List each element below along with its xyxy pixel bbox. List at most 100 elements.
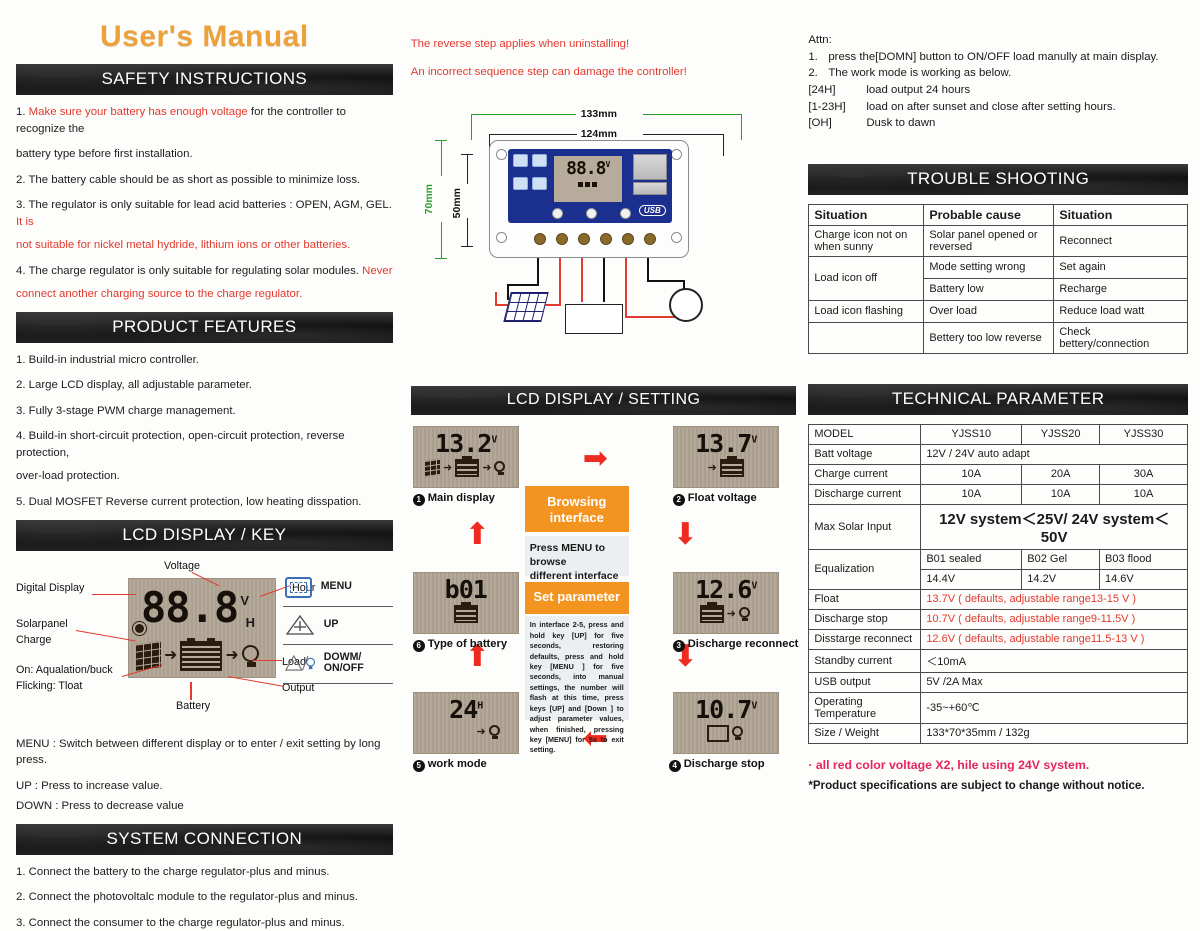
tech-eq-name-1: B02 Gel — [1021, 548, 1100, 570]
mini-panel-icon — [578, 182, 584, 188]
feature-1: 1. Build-in industrial micro controller. — [16, 353, 199, 366]
system-connection-2: 2. Connect the photovoltalc module to th… — [16, 891, 358, 904]
trouble-r4-c2: Check bettery/connection — [1053, 321, 1188, 354]
table-row: Standby current ＜10mA — [808, 648, 1188, 673]
terminal-6 — [643, 233, 656, 246]
tech-r10-label: Operating Temperature — [808, 691, 922, 724]
attn-block: Attn: 1. press the[DOMN] button to ON/OF… — [808, 32, 1188, 132]
set-parameter-text: In interface 2-5, press and hold key [UP… — [524, 616, 629, 754]
label-charge: Charge — [16, 633, 52, 646]
table-row: Size / Weight 133*70*35mm / 132g — [808, 722, 1188, 744]
lcd-shot-5-value: 24H — [449, 695, 483, 725]
safety-item-4-black: The charge regulator is only suitable fo… — [28, 264, 363, 277]
lcd-shot-6-value: b01 — [444, 575, 488, 605]
key-legend-down: DOWN : Press to decrease value — [16, 800, 184, 813]
tech-r3-value: 12V system＜25V/ 24V system＜50V — [920, 503, 1188, 550]
system-connection-3: 3. Connect the consumer to the charge re… — [16, 916, 345, 929]
attn-mode-24h-key: [24H] — [808, 83, 836, 96]
system-connection-1: 1. Connect the battery to the charge reg… — [16, 865, 330, 878]
trouble-col-0: Situation — [808, 203, 925, 226]
lcd-screen-illustration: 88.8 V H ➜ ➜ — [128, 577, 276, 678]
safety-item-3: 3. The regulator is only suitable for le… — [16, 197, 393, 230]
lcd-shot-6-icons — [414, 602, 518, 624]
bullet-1: 1 — [412, 494, 425, 507]
lcd-volt-unit: V — [240, 592, 249, 608]
empty-battery-icon — [706, 725, 729, 743]
warning-line-1: The reverse step applies when uninstalli… — [410, 38, 630, 50]
panel-icon-display — [512, 154, 528, 168]
table-row: Load icon flashing Over load Reduce load… — [808, 299, 1188, 323]
tech-model-0: YJSS10 — [920, 423, 1023, 445]
trouble-r1-c2: Set again — [1053, 255, 1188, 279]
table-row: Charge current 10A 20A 30A — [808, 463, 1188, 485]
tech-r5-label: Float — [808, 588, 922, 610]
attn-mode-0h-key: [OH] — [808, 117, 832, 130]
trouble-col-2: Situation — [1053, 203, 1188, 226]
lcd-key-diagram: 88.8 V H ➜ ➜ Digital Display Voltage Hou… — [16, 560, 393, 732]
trouble-r4-c1: Bettery too low reverse — [923, 321, 1055, 354]
wire-solar-pos-v — [494, 292, 497, 307]
table-row: Discharge current 10A 10A 10A — [808, 483, 1188, 505]
table-row: Load icon off Mode setting wrong Set aga… — [808, 255, 1188, 301]
trouble-r3-c0: Load icon flashing — [808, 299, 925, 323]
dim-height-outer: 70mm — [422, 184, 435, 215]
lcd-shot-2-value: 13.7V — [695, 429, 757, 459]
wire-load-neg-h — [646, 280, 683, 283]
wire-batt-neg — [602, 258, 605, 303]
device-button-menu[interactable] — [551, 208, 563, 220]
middle-column: The reverse step applies when uninstalli… — [403, 8, 803, 820]
table-row: Batt voltage 12V / 24V auto adapt — [808, 443, 1188, 465]
battery-symbol — [564, 304, 623, 335]
trouble-r2-c1: Battery low — [923, 277, 1055, 301]
safety-item-3-num: 3. — [16, 199, 29, 212]
table-row: Float 13.7V ( defaults, adjustable range… — [808, 588, 1188, 610]
tech-r1-c1: 20A — [1021, 463, 1100, 485]
device-button-up[interactable] — [585, 208, 597, 220]
table-row: Bettery too low reverse Check bettery/co… — [808, 321, 1188, 354]
menu-screen-icon — [284, 576, 312, 598]
attn-item-2: 2. The work mode is working as below. — [808, 65, 1188, 82]
lcd-shot-3-value: 12.6V — [695, 575, 757, 605]
wire-solar-neg-h — [506, 284, 539, 287]
tech-r3-label: Max Solar Input — [808, 503, 922, 550]
terminal-5 — [621, 233, 634, 246]
dim-height-inner: 50mm — [450, 188, 463, 219]
attn-item-2-text: The work mode is working as below. — [828, 67, 1012, 80]
tech-r2-c0: 10A — [920, 483, 1023, 505]
trouble-r0-c1: Solar panel opened or reversed — [923, 224, 1055, 257]
key-row-down[interactable]: DOWM/ ON/OFF — [282, 645, 393, 684]
feature-2: 2. Large LCD display, all adjustable par… — [16, 379, 252, 392]
key-label-up: UP — [323, 617, 339, 630]
device-button-down[interactable] — [619, 208, 631, 220]
tech-r10-value: -35~+60℃ — [920, 691, 1188, 724]
safety-item-3-red: It is — [16, 215, 34, 228]
attn-mode-1-23h: [1-23H] load on after sunset and close a… — [808, 99, 1188, 116]
usb-port-2 — [632, 182, 667, 196]
lcd-shot-float-voltage: 13.7V ➜ — [672, 426, 779, 489]
trouble-shooting-header: TROUBLE SHOOTING — [808, 163, 1188, 195]
manual-page: User's Manual SAFETY INSTRUCTIONS 1. Mak… — [0, 0, 1200, 929]
attn-item-1-text: press the[DOMN] button to ON/OFF load ma… — [828, 50, 1159, 63]
key-row-menu[interactable]: MENU — [282, 570, 393, 607]
feature-3: 3. Fully 3-stage PWM charge management. — [16, 404, 236, 417]
attn-item-1-num: 1. — [808, 50, 818, 63]
safety-item-4: 4. The charge regulator is only suitable… — [16, 263, 393, 280]
safety-item-4-red: Never — [362, 264, 393, 277]
label-flicking: Flicking: Tloat — [16, 679, 83, 692]
label-voltage: Voltage — [164, 559, 201, 572]
tech-eq-name-0: B01 sealed — [920, 548, 1023, 570]
bullet-2: 2 — [672, 494, 685, 507]
safety-item-2: 2. The battery cable should be as short … — [16, 173, 361, 186]
key-row-up[interactable]: UP — [282, 607, 393, 645]
table-row: Operating Temperature -35~+60℃ — [808, 691, 1188, 724]
table-row: Disstarge reconnect 12.6V ( defaults, ad… — [808, 628, 1188, 650]
mount-hole-bl — [495, 232, 507, 244]
device-lcd: 88.8V — [553, 156, 622, 203]
trouble-r3-c1: Over load — [923, 299, 1055, 323]
lcd-display-setting-header: LCD DISPLAY / SETTING — [410, 386, 797, 416]
page-title: User's Manual — [100, 20, 309, 53]
tech-model-1: YJSS20 — [1021, 423, 1100, 445]
tech-r11-value: 133*70*35mm / 132g — [920, 722, 1188, 744]
tech-r2-c1: 10A — [1021, 483, 1100, 505]
tech-eq-val-0: 14.4V — [920, 568, 1023, 590]
